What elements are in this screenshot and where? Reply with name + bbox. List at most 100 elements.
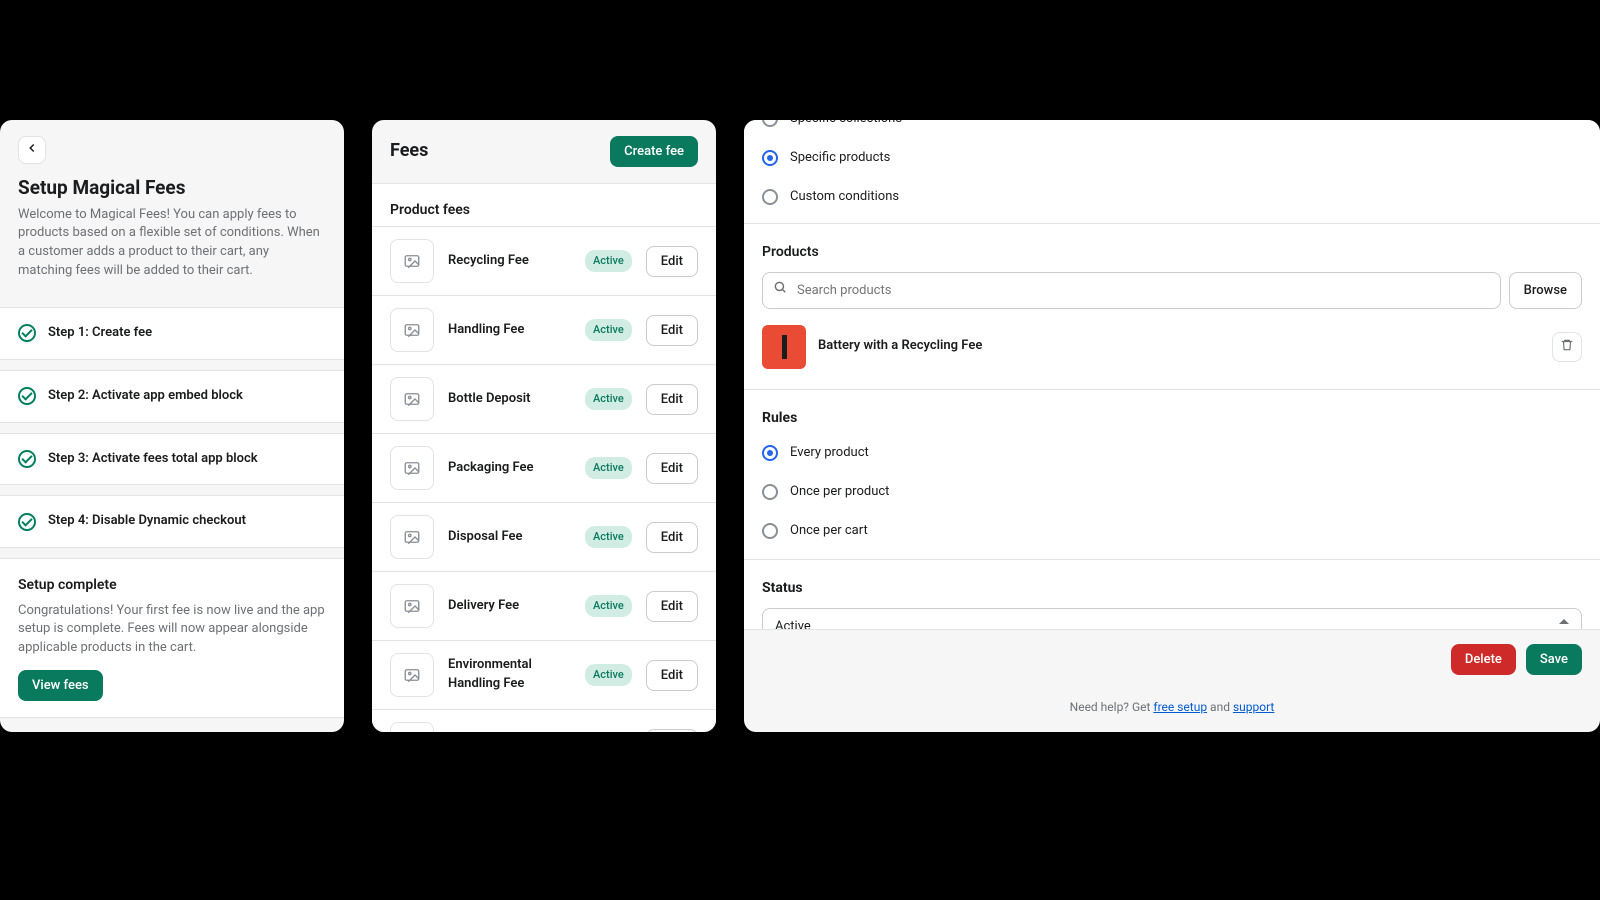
status-badge: Active	[585, 250, 632, 272]
radio-label: Once per cart	[790, 522, 868, 541]
setup-panel: Setup Magical Fees Welcome to Magical Fe…	[0, 120, 344, 732]
arrow-left-icon	[25, 141, 39, 159]
setup-title: Setup Magical Fees	[18, 174, 326, 202]
fees-title: Fees	[390, 138, 428, 164]
select-chevron-icon	[1559, 619, 1569, 628]
step-label: Step 3: Activate fees total app block	[48, 450, 258, 469]
status-heading: Status	[744, 566, 1600, 604]
fee-name: Recycling Fee	[448, 252, 571, 271]
edit-fee-panel: Specific collections Specific products C…	[744, 120, 1600, 732]
check-circle-icon	[18, 513, 36, 531]
image-placeholder-icon	[390, 653, 434, 697]
image-placeholder-icon	[390, 722, 434, 732]
radio-label: Once per product	[790, 483, 889, 502]
fee-name: Delivery Fee	[448, 597, 571, 616]
setup-intro: Welcome to Magical Fees! You can apply f…	[18, 206, 326, 281]
condition-specific-products[interactable]: Specific products	[744, 139, 1600, 178]
step-3[interactable]: Step 3: Activate fees total app block	[0, 433, 344, 486]
fee-list: Recycling Fee Active Edit Handling Fee Activ…	[372, 226, 716, 732]
fee-row: Recycling Fee Active Edit	[372, 226, 716, 295]
radio-icon	[762, 120, 778, 127]
search-icon	[773, 280, 787, 301]
radio-icon	[762, 445, 778, 461]
selected-product-row: Battery with a Recycling Fee	[744, 319, 1600, 381]
delete-button[interactable]: Delete	[1451, 644, 1516, 675]
radio-icon	[762, 523, 778, 539]
radio-icon	[762, 150, 778, 166]
fee-row: Delivery Fee Active Edit	[372, 571, 716, 640]
fee-row: Disposal Fee Active Edit	[372, 502, 716, 571]
step-1[interactable]: Step 1: Create fee	[0, 307, 344, 360]
status-badge: Active	[585, 319, 632, 341]
product-thumbnail	[762, 325, 806, 369]
image-placeholder-icon	[390, 515, 434, 559]
fee-row: Handling Fee Active Edit	[372, 295, 716, 364]
search-products-input-wrap[interactable]	[762, 272, 1501, 309]
product-name: Battery with a Recycling Fee	[818, 337, 1540, 356]
help-footer: Need help? Get free setup and support	[0, 718, 344, 732]
radio-label: Every product	[790, 444, 869, 463]
rules-heading: Rules	[744, 396, 1600, 434]
status-value: Active	[775, 618, 811, 629]
save-button[interactable]: Save	[1526, 644, 1582, 675]
image-placeholder-icon	[390, 239, 434, 283]
products-heading: Products	[744, 230, 1600, 268]
remove-product-button[interactable]	[1552, 332, 1582, 362]
status-select[interactable]: Active	[762, 608, 1582, 629]
radio-icon	[762, 189, 778, 205]
action-bar: Delete Save	[744, 629, 1600, 689]
radio-icon	[762, 484, 778, 500]
help-text: and	[1207, 700, 1233, 714]
edit-fee-button[interactable]: Edit	[646, 729, 698, 732]
fee-row: Setup FeeActiveEdit	[372, 709, 716, 732]
edit-fee-button[interactable]: Edit	[646, 384, 698, 415]
condition-specific-collections[interactable]: Specific collections	[744, 120, 1600, 139]
fee-row: Packaging Fee Active Edit	[372, 433, 716, 502]
status-badge: Active	[585, 595, 632, 617]
step-4[interactable]: Step 4: Disable Dynamic checkout	[0, 495, 344, 548]
step-label: Step 4: Disable Dynamic checkout	[48, 512, 246, 531]
rule-every-product[interactable]: Every product	[744, 434, 1600, 473]
status-badge: Active	[585, 664, 632, 686]
status-badge: Active	[585, 457, 632, 479]
fee-name: Disposal Fee	[448, 528, 571, 547]
create-fee-button[interactable]: Create fee	[610, 136, 698, 167]
support-link[interactable]: support	[1233, 700, 1274, 714]
fee-name: Environmental Handling Fee	[448, 656, 571, 694]
edit-fee-button[interactable]: Edit	[646, 591, 698, 622]
fee-row: Bottle Deposit Active Edit	[372, 364, 716, 433]
trash-icon	[1560, 338, 1574, 355]
setup-complete-card: Setup complete Congratulations! Your fir…	[0, 558, 344, 718]
condition-custom-conditions[interactable]: Custom conditions	[744, 178, 1600, 217]
edit-fee-button[interactable]: Edit	[646, 660, 698, 691]
free-setup-link[interactable]: free setup	[1153, 700, 1207, 714]
edit-fee-button[interactable]: Edit	[646, 522, 698, 553]
rule-once-per-cart[interactable]: Once per cart	[744, 512, 1600, 551]
help-text: Need help? Get	[1070, 700, 1154, 714]
setup-complete-body: Congratulations! Your first fee is now l…	[18, 602, 326, 659]
back-button[interactable]	[18, 136, 46, 164]
radio-label: Specific collections	[790, 120, 902, 129]
edit-fee-button[interactable]: Edit	[646, 246, 698, 277]
status-badge: Active	[585, 388, 632, 410]
search-products-input[interactable]	[795, 282, 1490, 299]
view-fees-button[interactable]: View fees	[18, 670, 103, 701]
edit-fee-button[interactable]: Edit	[646, 453, 698, 484]
image-placeholder-icon	[390, 377, 434, 421]
step-label: Step 2: Activate app embed block	[48, 387, 243, 406]
step-2[interactable]: Step 2: Activate app embed block	[0, 370, 344, 423]
check-circle-icon	[18, 450, 36, 468]
fee-name: Bottle Deposit	[448, 390, 571, 409]
fee-name: Packaging Fee	[448, 459, 571, 478]
radio-label: Custom conditions	[790, 188, 899, 207]
image-placeholder-icon	[390, 308, 434, 352]
fee-name: Handling Fee	[448, 321, 571, 340]
step-label: Step 1: Create fee	[48, 324, 152, 343]
rule-once-per-product[interactable]: Once per product	[744, 473, 1600, 512]
fee-row: Environmental Handling Fee Active Edit	[372, 640, 716, 709]
browse-button[interactable]: Browse	[1509, 272, 1582, 309]
edit-fee-button[interactable]: Edit	[646, 315, 698, 346]
radio-label: Specific products	[790, 149, 890, 168]
status-badge: Active	[585, 526, 632, 548]
image-placeholder-icon	[390, 584, 434, 628]
